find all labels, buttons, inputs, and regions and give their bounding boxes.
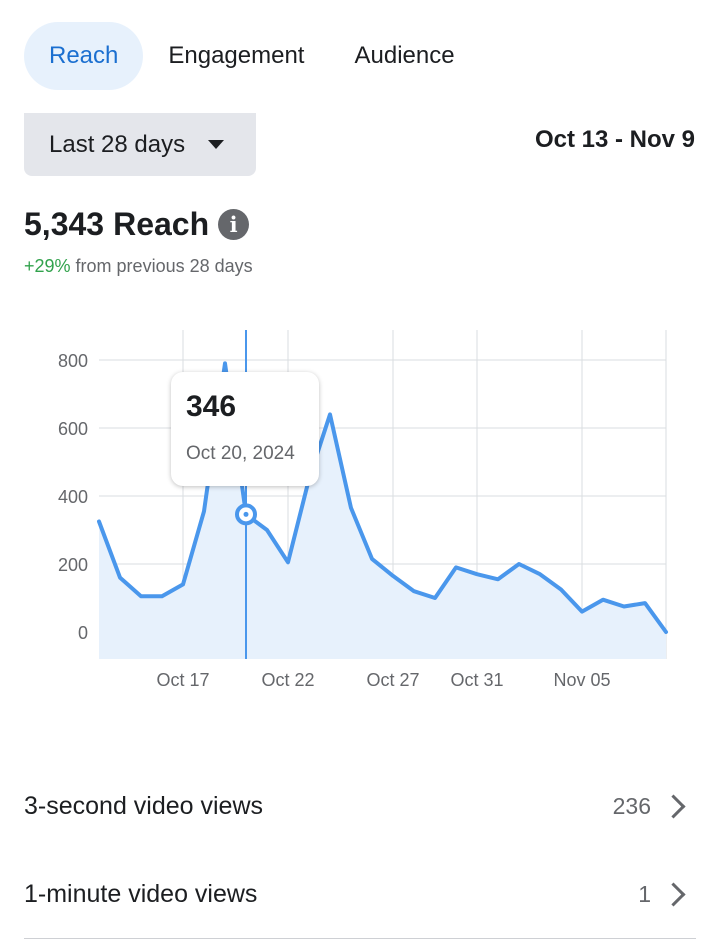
caret-down-icon [208, 140, 225, 149]
tooltip-date: Oct 20, 2024 [186, 443, 295, 464]
y-tick-label: 200 [58, 555, 88, 575]
y-tick-label: 800 [58, 351, 88, 371]
tab-audience[interactable]: Audience [329, 22, 479, 90]
date-range-dropdown-label: Last 28 days [49, 130, 186, 158]
info-icon[interactable]: i [218, 209, 250, 240]
x-tick-label: Nov 05 [553, 670, 610, 690]
x-tick-label: Oct 27 [366, 670, 419, 690]
metric-change: +29% from previous 28 days [24, 256, 253, 277]
reach-chart[interactable]: 0 200 400 600 800 Oct 17 Oct 22 Oct 27 Oct 31 Nov… [0, 290, 720, 710]
y-tick-label: 0 [78, 623, 88, 643]
chart-tooltip: 346 Oct 20, 2024 [171, 372, 319, 486]
divider [24, 938, 696, 939]
metric-value: 5,343 [24, 206, 105, 242]
row-value: 1 [638, 880, 651, 907]
date-range-text: Oct 13 - Nov 9 [534, 126, 695, 153]
x-tick-label: Oct 22 [261, 670, 314, 690]
date-range-dropdown[interactable]: Last 28 days [24, 113, 256, 176]
change-percent: +29% [24, 256, 71, 276]
row-1-minute-video-views[interactable]: 1-minute video views 1 [24, 864, 692, 924]
tooltip-value: 346 [186, 390, 237, 423]
x-tick-label: Oct 17 [156, 670, 209, 690]
tab-engagement[interactable]: Engagement [143, 22, 329, 90]
chevron-right-icon [661, 793, 686, 819]
metric-label: Reach [113, 206, 210, 242]
tab-bar: Reach Engagement Audience [24, 22, 480, 90]
row-label: 3-second video views [24, 791, 264, 820]
row-3-second-video-views[interactable]: 3-second video views 236 [24, 776, 692, 836]
y-tick-label: 400 [58, 487, 88, 507]
x-tick-label: Oct 31 [450, 670, 503, 690]
chevron-right-icon [661, 881, 686, 907]
change-suffix: from previous 28 days [75, 256, 253, 276]
hover-point-center [243, 511, 249, 517]
tab-reach[interactable]: Reach [24, 22, 144, 90]
y-tick-label: 600 [58, 419, 88, 439]
metric-header: 5,343 Reach i [24, 206, 250, 243]
row-label: 1-minute video views [24, 879, 258, 908]
row-value: 236 [612, 792, 651, 819]
